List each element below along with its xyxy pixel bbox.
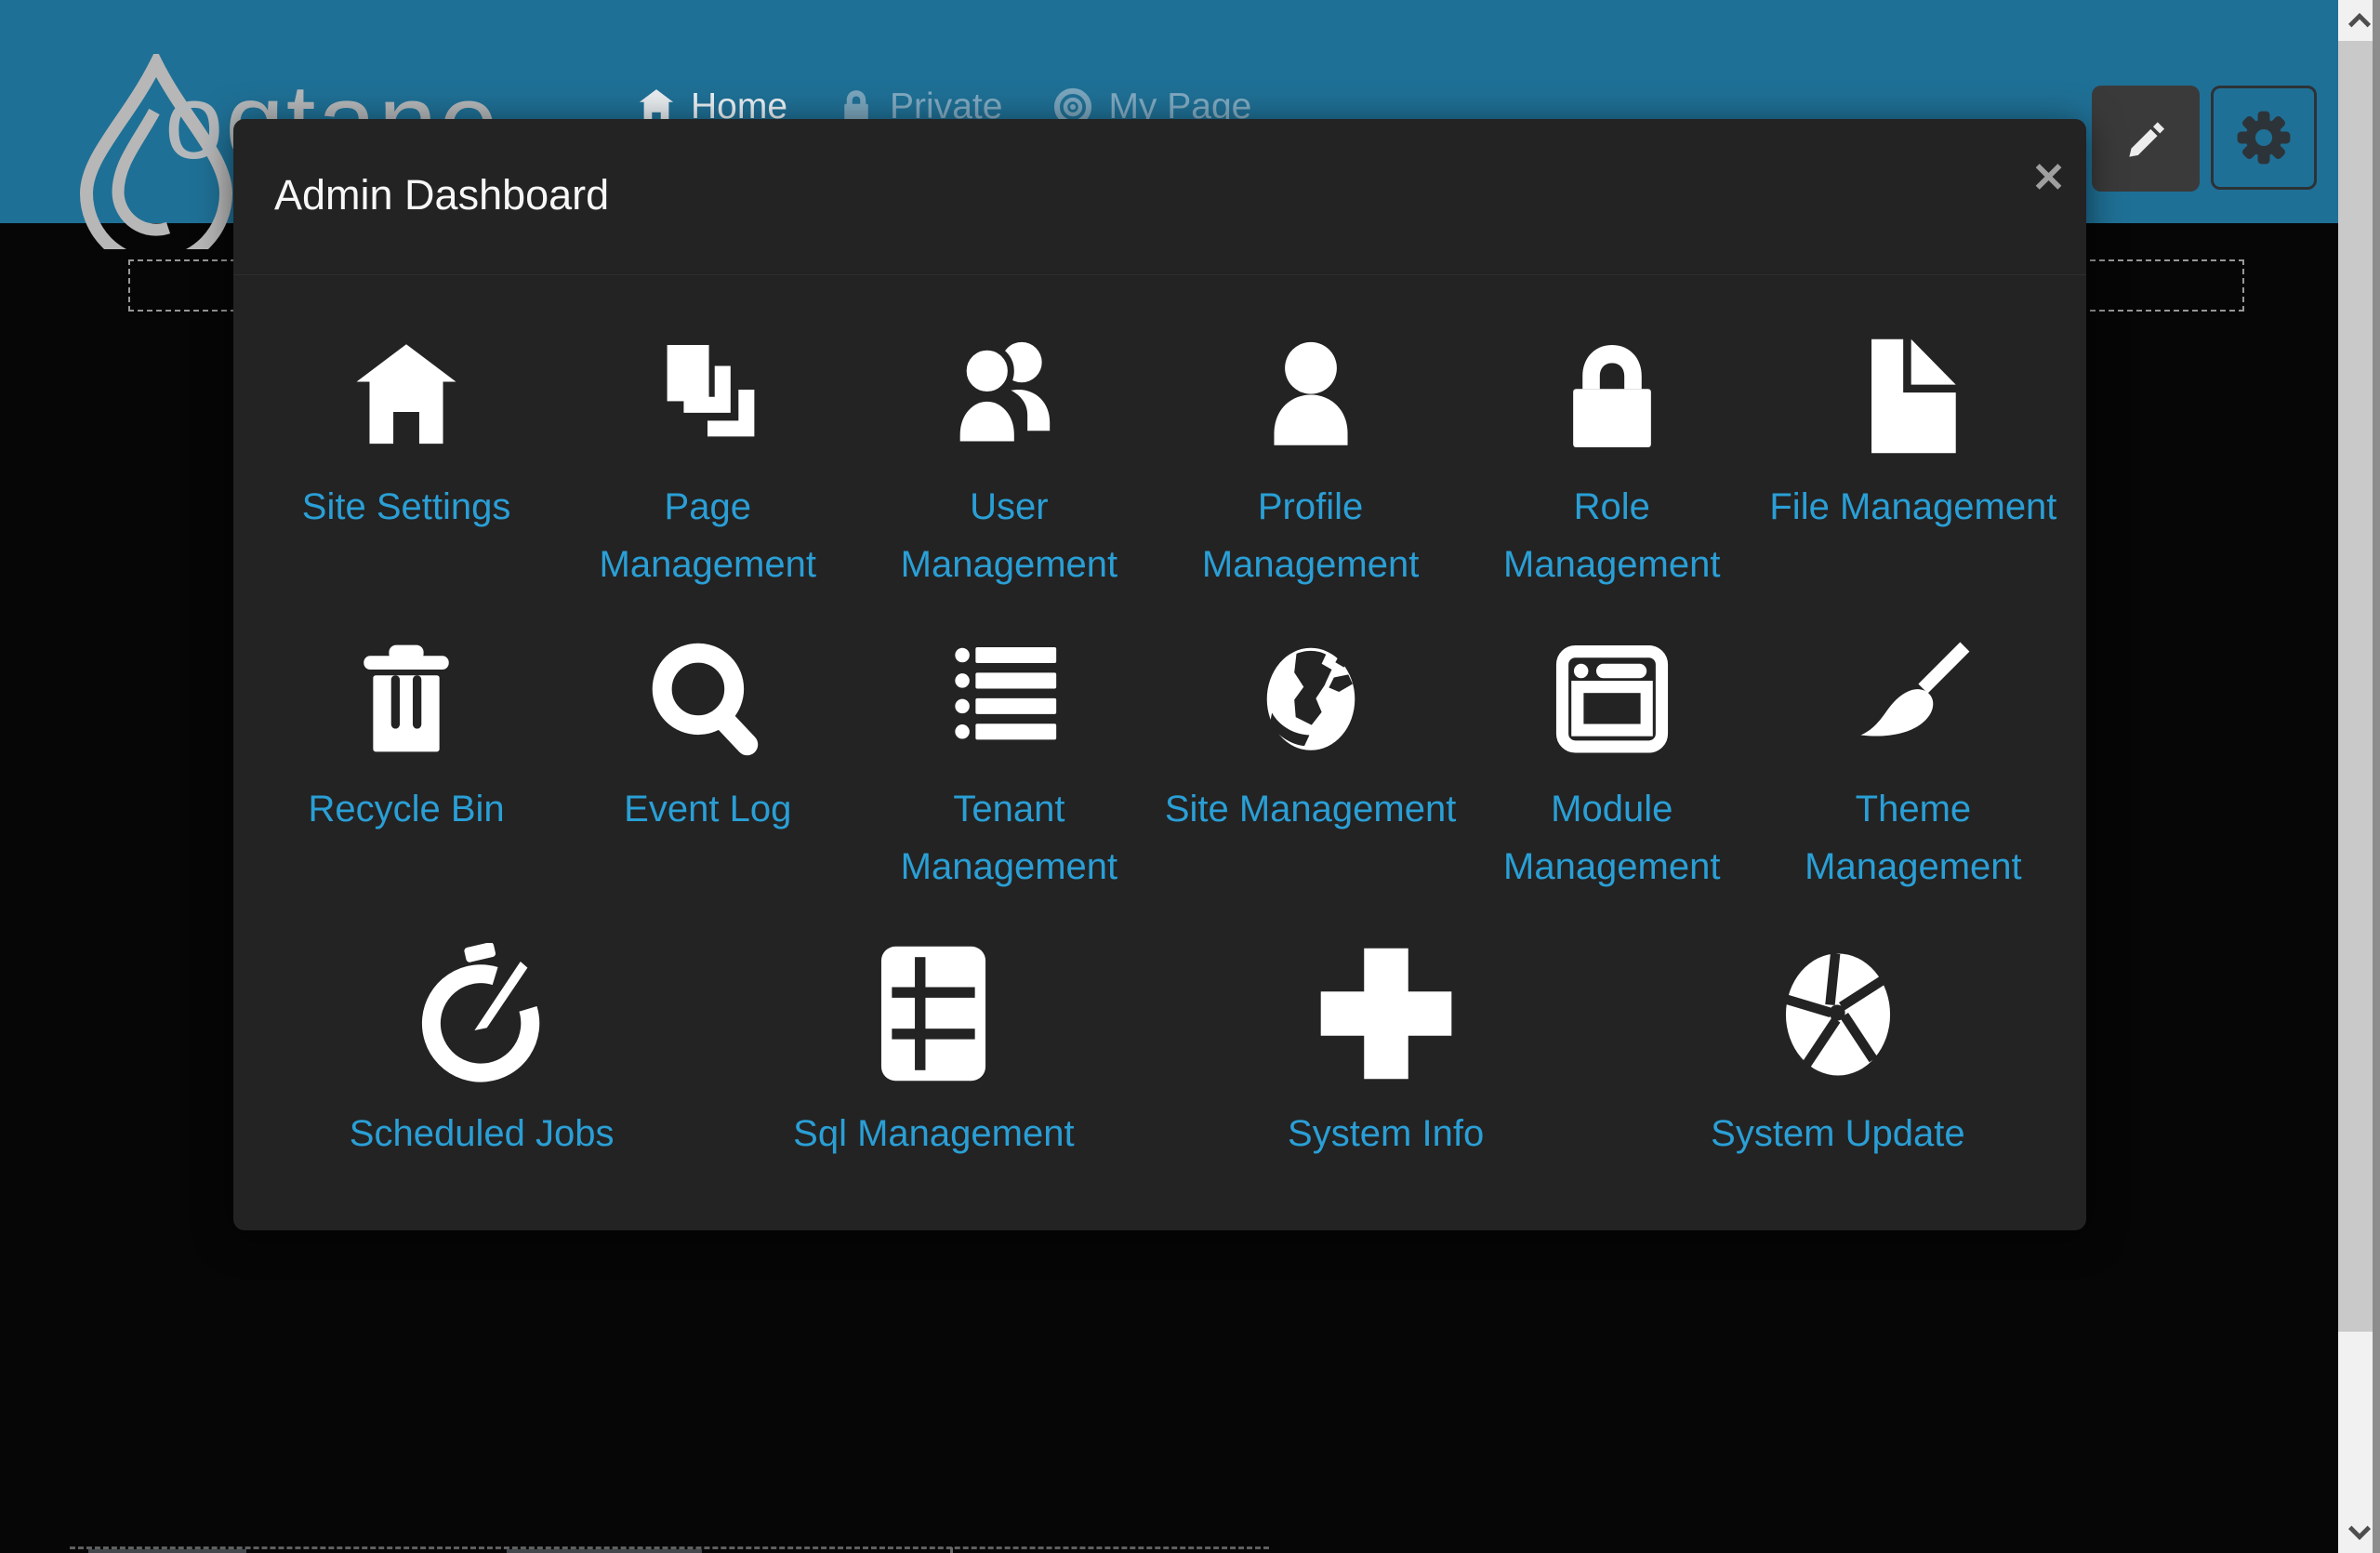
lock-icon — [1554, 338, 1670, 454]
tile-label: Page Management — [557, 478, 858, 593]
globe-icon — [1253, 641, 1368, 756]
tile-label: Site Management — [1165, 780, 1457, 838]
pencil-icon — [2119, 112, 2173, 166]
modal-header: Admin Dashboard ✕ — [233, 119, 2086, 275]
layers-icon — [650, 338, 765, 454]
cutoff-content-fragment — [507, 1549, 702, 1553]
people-icon — [951, 338, 1066, 454]
tile-file-management[interactable]: File Management — [1763, 338, 2064, 641]
spreadsheet-icon — [863, 943, 1004, 1084]
tile-system-info[interactable]: System Info — [1160, 943, 1612, 1250]
admin-dashboard-modal: Admin Dashboard ✕ Site Settings — [233, 119, 2086, 1230]
tile-label: Sql Management — [793, 1105, 1074, 1162]
tile-site-settings[interactable]: Site Settings — [256, 338, 557, 641]
tile-label: File Management — [1769, 478, 2056, 536]
tile-page-management[interactable]: Page Management — [557, 338, 858, 641]
admin-tile-grid: Site Settings Page Management — [256, 338, 2064, 943]
tile-system-update[interactable]: System Update — [1612, 943, 2064, 1250]
chevron-down-icon — [2346, 1524, 2373, 1541]
trash-icon — [349, 641, 464, 756]
aperture-icon — [1767, 943, 1909, 1084]
tile-label: System Update — [1711, 1105, 1964, 1162]
cutoff-content-fragment — [950, 1547, 953, 1553]
window-edge — [2373, 0, 2380, 1553]
tile-module-management[interactable]: Module Management — [1461, 641, 1763, 943]
tile-tenant-management[interactable]: Tenant Management — [858, 641, 1159, 943]
list-icon — [951, 641, 1066, 756]
modal-title: Admin Dashboard — [274, 171, 609, 219]
settings-button[interactable] — [2211, 86, 2317, 190]
tile-label: Profile Management — [1159, 478, 1461, 593]
home-icon — [349, 338, 464, 454]
modal-body: Site Settings Page Management — [233, 275, 2086, 1250]
medical-cross-icon — [1316, 943, 1457, 1084]
file-icon — [1856, 338, 1971, 454]
tile-label: Role Management — [1461, 478, 1763, 593]
tile-sql-management[interactable]: Sql Management — [707, 943, 1159, 1250]
tile-theme-management[interactable]: Theme Management — [1763, 641, 2064, 943]
tile-label: System Info — [1288, 1105, 1484, 1162]
cutoff-content-fragment — [88, 1549, 246, 1553]
person-icon — [1253, 338, 1368, 454]
tile-site-management[interactable]: Site Management — [1159, 641, 1461, 943]
app-screen: oqtane Home Private — [0, 0, 2380, 1553]
tile-recycle-bin[interactable]: Recycle Bin — [256, 641, 557, 943]
tile-label: Scheduled Jobs — [350, 1105, 615, 1162]
tile-label: Event Log — [624, 780, 791, 838]
tile-label: Theme Management — [1763, 780, 2064, 896]
chevron-up-icon — [2346, 12, 2373, 29]
tile-label: Site Settings — [302, 478, 511, 536]
tile-label: User Management — [858, 478, 1159, 593]
timer-icon — [411, 943, 552, 1084]
browser-icon — [1554, 641, 1670, 756]
tile-label: Recycle Bin — [308, 780, 504, 838]
brush-icon — [1856, 641, 1971, 756]
close-icon[interactable]: ✕ — [2031, 158, 2066, 199]
magnifier-icon — [650, 641, 765, 756]
tile-role-management[interactable]: Role Management — [1461, 338, 1763, 641]
gear-icon — [2235, 109, 2293, 166]
admin-tile-grid-bottom: Scheduled Jobs Sql Management — [256, 943, 2064, 1250]
tile-label: Tenant Management — [858, 780, 1159, 896]
tile-event-log[interactable]: Event Log — [557, 641, 858, 943]
tile-label: Module Management — [1461, 780, 1763, 896]
tile-user-management[interactable]: User Management — [858, 338, 1159, 641]
edit-mode-button[interactable] — [2092, 86, 2200, 192]
tile-scheduled-jobs[interactable]: Scheduled Jobs — [256, 943, 707, 1250]
tile-profile-management[interactable]: Profile Management — [1159, 338, 1461, 641]
